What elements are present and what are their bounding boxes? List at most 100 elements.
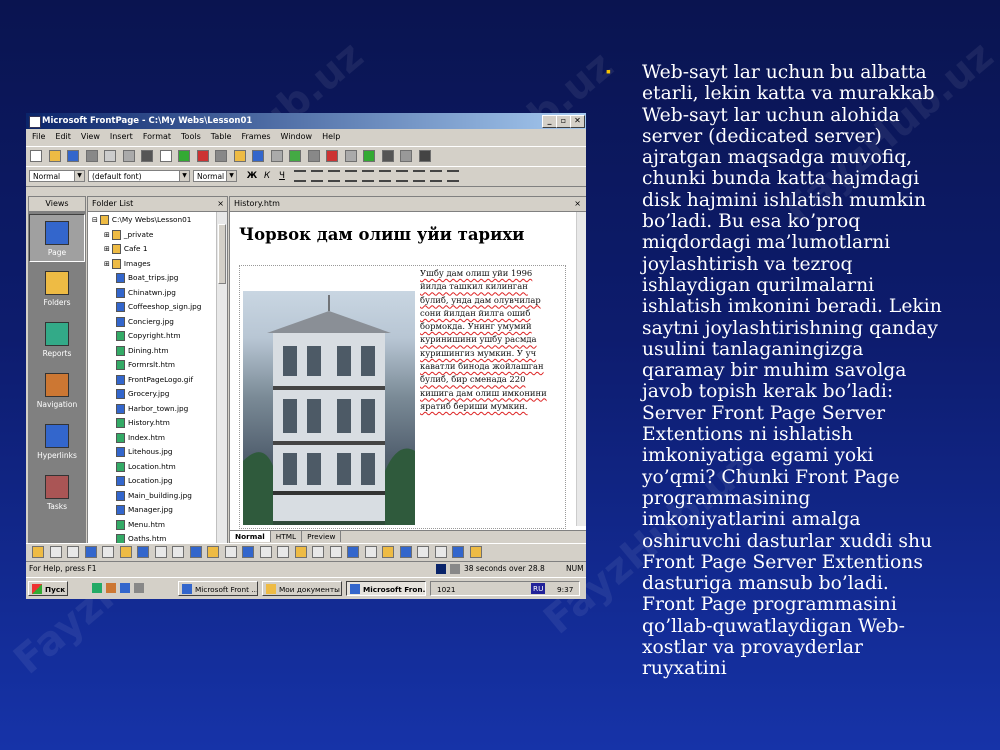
folder-list-item[interactable]: ⊞ _private [88,228,216,243]
drawing-tool-icon[interactable] [172,546,184,558]
toolbar-button-icon[interactable] [141,150,153,162]
bold-button[interactable]: Ж [246,170,258,182]
folder-list-item[interactable]: ⊞ Cafe 1 [88,242,216,257]
folder-list-item[interactable]: Location.jpg [88,474,216,489]
folder-scrollbar[interactable] [216,212,227,543]
language-indicator[interactable]: RU [531,583,546,594]
toolbar-button-icon[interactable] [270,150,283,162]
drawing-tool-icon[interactable] [224,546,237,558]
folder-list-item[interactable]: Main_building.jpg [88,489,216,504]
drawing-tool-icon[interactable] [137,546,149,558]
toolbar-button-icon[interactable] [252,150,264,162]
tab-html[interactable]: HTML [271,531,303,542]
menu-item-table[interactable]: Table [205,130,236,141]
view-tasks[interactable]: Tasks [29,469,85,517]
taskbar-item[interactable]: Мои документы [262,581,342,596]
expand-icon[interactable]: ⊞ [104,260,110,268]
style-select[interactable]: Normal ▼ [29,170,85,182]
view-folders[interactable]: Folders [29,265,85,313]
toolbar-button-icon[interactable] [289,150,301,162]
toolbar-button-icon[interactable] [418,150,431,162]
menu-item-file[interactable]: File [26,130,49,141]
folder-list-item[interactable]: Chinatwn.jpg [88,286,216,301]
menu-item-help[interactable]: Help [316,130,344,141]
drawing-tool-icon[interactable] [434,546,447,558]
taskbar-item-active[interactable]: Microsoft Fron... [346,581,426,596]
drawing-tool-icon[interactable] [259,546,272,558]
expand-icon[interactable]: ⊞ [104,245,110,253]
toolbar-button-icon[interactable] [48,150,61,162]
drawing-tool-icon[interactable] [364,546,377,558]
view-reports[interactable]: Reports [29,316,85,364]
drawing-tool-icon[interactable] [382,546,394,558]
folder-list-item[interactable]: Litehous.jpg [88,445,216,460]
toolbar-button-icon[interactable] [215,150,227,162]
editor-tab[interactable]: History.htm [234,199,280,208]
underline-button[interactable]: Ч [276,170,288,182]
view-page[interactable]: Page [29,214,85,262]
drawing-tool-icon[interactable] [119,546,132,558]
folder-list-item[interactable]: Dining.htm [88,344,216,359]
format-button-icon[interactable] [396,170,408,182]
folder-list-item[interactable]: Coffeeshop_sign.jpg [88,300,216,315]
folder-list-item[interactable]: Concierg.jpg [88,315,216,330]
toolbar-button-icon[interactable] [307,150,320,162]
folder-list-item[interactable]: Location.htm [88,460,216,475]
size-select[interactable]: Normal ▼ [193,170,237,182]
toolbar-button-icon[interactable] [159,150,172,162]
format-button-icon[interactable] [328,170,340,182]
folder-list-item[interactable]: Copyright.htm [88,329,216,344]
desktop-icon[interactable] [92,583,102,593]
folder-list-item[interactable]: ⊞ Images [88,257,216,272]
folder-list-item[interactable]: Manager.jpg [88,503,216,518]
editor-scrollbar[interactable] [576,212,586,526]
drawing-tool-icon[interactable] [49,546,62,558]
folder-list-item[interactable]: History.htm [88,416,216,431]
toolbar-button-icon[interactable] [344,150,357,162]
close-button[interactable]: ✕ [570,115,585,128]
toolbar-button-icon[interactable] [67,150,79,162]
minimize-button[interactable]: _ [542,115,557,128]
format-button-icon[interactable] [294,170,306,182]
folder-list-item[interactable]: Grocery.jpg [88,387,216,402]
toolbar-button-icon[interactable] [30,150,42,162]
menu-item-window[interactable]: Window [275,130,317,141]
drawing-tool-icon[interactable] [102,546,114,558]
drawing-tool-icon[interactable] [347,546,359,558]
format-button-icon[interactable] [362,170,374,182]
restore-button[interactable]: ▫ [556,115,571,128]
drawing-tool-icon[interactable] [452,546,464,558]
toolbar-button-icon[interactable] [233,150,246,162]
drawing-tool-icon[interactable] [189,546,202,558]
close-icon[interactable]: × [574,197,581,211]
toolbar-button-icon[interactable] [122,150,135,162]
drawing-tool-icon[interactable] [32,546,44,558]
italic-button[interactable]: К [261,170,273,182]
folder-list-item[interactable]: ⊟ C:\My Webs\Lesson01 [88,213,216,228]
folder-list-item[interactable]: Menu.htm [88,518,216,533]
drawing-tool-icon[interactable] [469,546,482,558]
toolbar-button-icon[interactable] [85,150,98,162]
drawing-tool-icon[interactable] [67,546,79,558]
toolbar-button-icon[interactable] [104,150,116,162]
format-button-icon[interactable] [413,170,425,182]
menu-item-tools[interactable]: Tools [175,130,205,141]
drawing-tool-icon[interactable] [329,546,342,558]
format-button-icon[interactable] [447,170,459,182]
folder-list-item[interactable]: Formrslt.htm [88,358,216,373]
format-button-icon[interactable] [379,170,391,182]
menu-item-frames[interactable]: Frames [235,130,274,141]
ie-icon[interactable] [106,583,116,593]
format-button-icon[interactable] [430,170,442,182]
toolbar-button-icon[interactable] [363,150,375,162]
toolbar-button-icon[interactable] [326,150,338,162]
toolbar-button-icon[interactable] [381,150,394,162]
taskbar-item[interactable]: Microsoft Front ... [178,581,258,596]
close-icon[interactable]: × [217,197,224,211]
drawing-tool-icon[interactable] [207,546,219,558]
expand-icon[interactable]: ⊟ [92,216,98,224]
tab-normal[interactable]: Normal [230,531,271,542]
menu-item-format[interactable]: Format [137,130,175,141]
toolbar-button-icon[interactable] [196,150,209,162]
drawing-tool-icon[interactable] [399,546,412,558]
